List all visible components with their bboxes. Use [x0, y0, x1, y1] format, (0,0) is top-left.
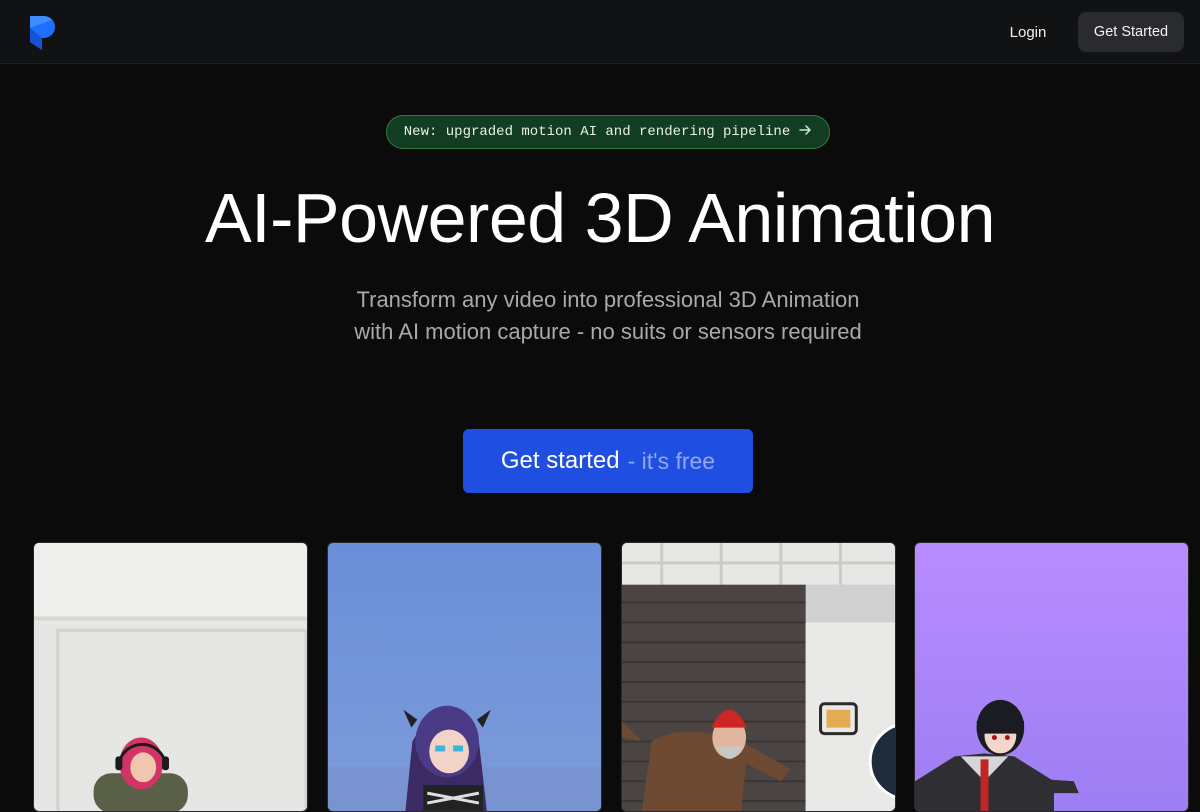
announcement-badge[interactable]: New: upgraded motion AI and rendering pi… — [386, 115, 830, 149]
get-started-free-button[interactable]: Get started - it's free — [463, 429, 753, 493]
arrow-right-icon — [798, 123, 812, 142]
woman-with-headphones-video[interactable] — [33, 542, 308, 812]
top-nav: Login Get Started — [0, 0, 1200, 64]
hero-subtitle: Transform any video into professional 3D… — [354, 287, 862, 344]
login-link[interactable]: Login — [996, 13, 1060, 51]
anime-boy-avatar-render[interactable] — [914, 542, 1189, 812]
hero-title: AI-Powered 3D Animation — [204, 179, 996, 257]
cta-main-label: Get started — [500, 447, 620, 474]
get-started-nav-button[interactable]: Get Started — [1078, 12, 1184, 52]
cta-suffix-label: - it's free — [627, 447, 716, 474]
announcement-text: New: upgraded motion AI and rendering pi… — [403, 124, 791, 140]
man-dancing-video[interactable] — [621, 542, 896, 812]
brand-logo-icon[interactable] — [28, 15, 56, 51]
anime-avatar-render[interactable] — [327, 542, 602, 812]
